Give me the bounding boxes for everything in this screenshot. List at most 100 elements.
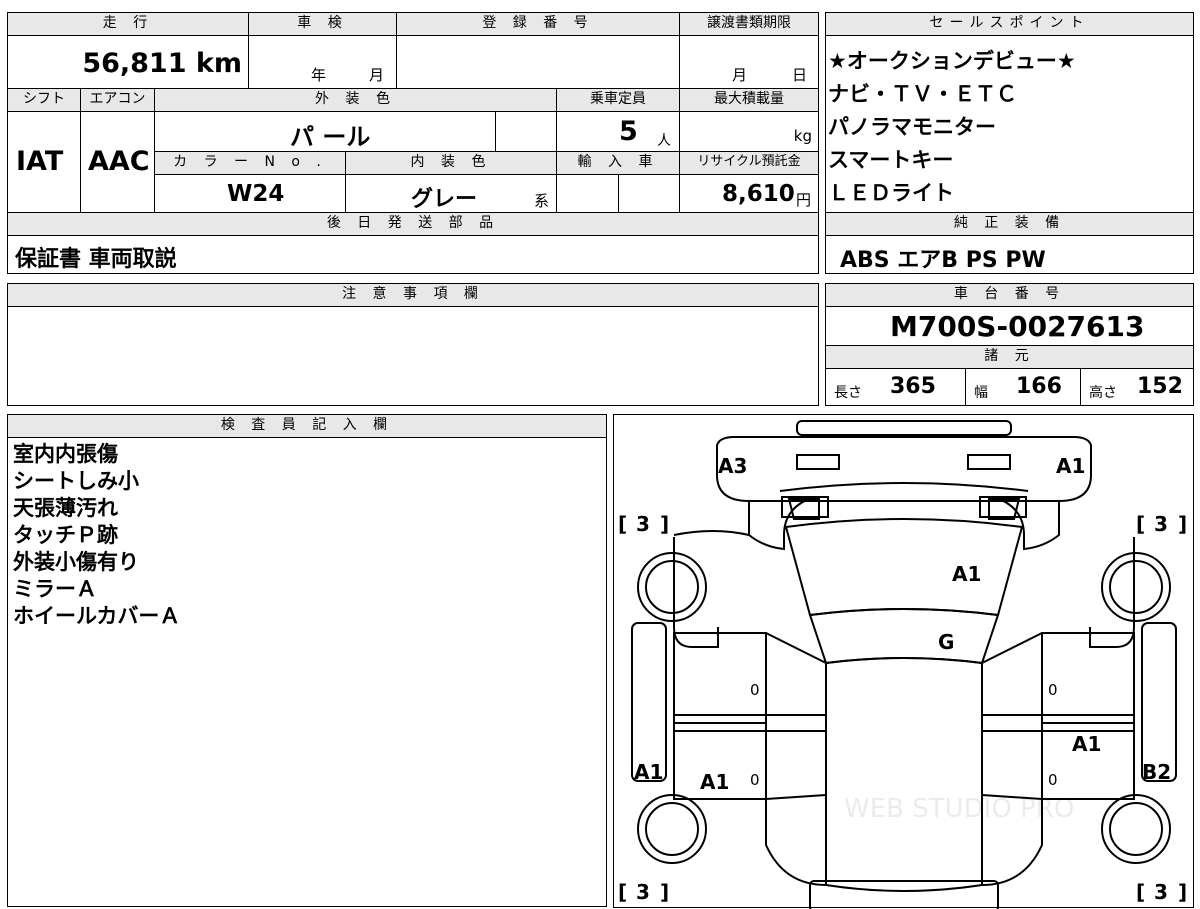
spec-height-cell: 高さ 152 xyxy=(1080,368,1194,406)
front-bumper-panel xyxy=(716,436,1092,502)
car-diagram-box: A3 A1 A1 G A1 A1 A1 B2 0 0 0 0 [ 3 ] [ 3… xyxy=(613,414,1194,909)
spec-width-label: 幅 xyxy=(974,385,988,401)
spec-width-value: 166 xyxy=(1016,374,1062,399)
maxload-cell: kg xyxy=(679,111,819,152)
exterior-cell: パ ール xyxy=(154,111,496,152)
left-sill xyxy=(631,622,667,782)
equipment-header: 純 正 装 備 xyxy=(825,212,1194,236)
recycle-header: リサイクル預託金 xyxy=(679,151,819,175)
spec-width-cell: 幅 166 xyxy=(965,368,1081,406)
sales-point-line: ★オークションデビュー★ xyxy=(828,49,1076,73)
inspector-line: 外装小傷有り xyxy=(13,550,139,574)
right-sill xyxy=(1141,622,1177,782)
later-parts-value: 保証書 車両取説 xyxy=(15,247,177,272)
import-header: 輸 入 車 xyxy=(556,151,680,175)
spec-length-label: 長さ xyxy=(834,385,862,401)
mark-a3-front-left: A3 xyxy=(718,454,747,478)
shift-value: IAT xyxy=(16,146,64,177)
mark-door-fl: 0 xyxy=(750,681,760,699)
color-no-value: W24 xyxy=(227,181,285,207)
sales-points-box: ★オークションデビュー★ ナビ・ＴＶ・ＥＴＣ パノラマモニター スマートキー Ｌ… xyxy=(825,35,1194,213)
chassis-cell: M700S-0027613 xyxy=(825,306,1194,346)
mileage-cell: 56,811 km xyxy=(7,35,249,89)
exterior-header: 外 装 色 xyxy=(154,88,557,112)
sales-point-line: パノラマモニター xyxy=(828,115,996,139)
sales-points-header: セールスポイント xyxy=(825,12,1194,36)
later-parts-header: 後 日 発 送 部 品 xyxy=(7,212,819,236)
ac-value: AAC xyxy=(88,146,150,177)
tread-rl: 3 xyxy=(636,880,650,904)
interior-cell: グレー 系 xyxy=(345,174,557,213)
inspection-header: 車 検 xyxy=(248,12,397,36)
maxload-unit: kg xyxy=(793,127,812,145)
mark-left-rear-fender: A1 xyxy=(634,760,663,784)
exterior-value: パ ール xyxy=(290,123,371,151)
inspector-header: 検 査 員 記 入 欄 xyxy=(7,414,607,438)
notes-box xyxy=(7,306,819,406)
capacity-cell: 5 人 xyxy=(556,111,680,152)
shift-header: シフト xyxy=(7,88,81,112)
tread-rl-bracket-open: [ xyxy=(618,880,627,904)
spec-height-value: 152 xyxy=(1137,374,1183,399)
registration-cell xyxy=(396,35,680,89)
mark-right-rear-door: A1 xyxy=(1072,732,1101,756)
mark-a1-front-right: A1 xyxy=(1056,454,1085,478)
spec-height-label: 高さ xyxy=(1089,385,1117,401)
tread-fr: 3 xyxy=(1154,512,1168,536)
transfer-deadline-cell: 月 日 xyxy=(679,35,819,89)
inspector-line: 天張薄汚れ xyxy=(13,496,118,520)
mark-left-rear-door: A1 xyxy=(700,770,729,794)
watermark: WEB STUDIO PRO xyxy=(844,794,1074,824)
tread-fr-bracket-open: [ xyxy=(1136,512,1145,536)
mark-door-rr: 0 xyxy=(1048,771,1058,789)
tread-fl-bracket-close: ] xyxy=(660,512,669,536)
mark-door-fr: 0 xyxy=(1048,681,1058,699)
rear-bumper xyxy=(809,880,999,909)
interior-suffix: 系 xyxy=(534,192,550,210)
inspection-month: 月 xyxy=(369,66,385,84)
windshield-panel xyxy=(808,608,1000,665)
capacity-header: 乗車定員 xyxy=(556,88,680,112)
tread-rl-bracket-close: ] xyxy=(660,880,669,904)
tread-rr-bracket-close: ] xyxy=(1178,880,1187,904)
notes-header: 注 意 事 項 欄 xyxy=(7,283,819,307)
tread-fl-bracket-open: [ xyxy=(618,512,627,536)
transfer-month: 月 xyxy=(732,66,748,84)
inspection-year: 年 xyxy=(311,66,327,84)
ac-cell: AAC xyxy=(80,111,155,213)
inspector-line: シートしみ小 xyxy=(13,469,139,493)
interior-value: グレー xyxy=(411,187,478,212)
front-light-right xyxy=(967,454,1011,470)
front-light-left xyxy=(796,454,840,470)
tread-fr-bracket-close: ] xyxy=(1178,512,1187,536)
chassis-header: 車 台 番 号 xyxy=(825,283,1194,307)
spec-length-value: 365 xyxy=(890,374,936,399)
recycle-value: 8,610 xyxy=(722,181,795,207)
inspector-line: ミラーＡ xyxy=(13,577,97,601)
tread-rr-bracket-open: [ xyxy=(1136,880,1145,904)
capacity-unit: 人 xyxy=(657,133,671,149)
import-cell-b xyxy=(618,174,680,213)
shift-cell: IAT xyxy=(7,111,81,213)
mark-door-rl: 0 xyxy=(750,771,760,789)
sales-point-line: ナビ・ＴＶ・ＥＴＣ xyxy=(828,82,1017,106)
maxload-header: 最大積載量 xyxy=(679,88,819,112)
inspector-box: 室内内張傷 シートしみ小 天張薄汚れ タッチＰ跡 外装小傷有り ミラーＡ ホイー… xyxy=(7,437,607,907)
ac-header: エアコン xyxy=(80,88,155,112)
mileage-header: 走 行 xyxy=(7,12,249,36)
roof-panel xyxy=(825,657,983,892)
wheel-rl xyxy=(637,794,707,864)
later-parts-cell: 保証書 車両取説 xyxy=(7,235,819,274)
spec-length-cell: 長さ 365 xyxy=(825,368,966,406)
recycle-cell: 8,610 円 xyxy=(679,174,819,213)
front-bumper-outline xyxy=(796,420,1012,436)
capacity-value: 5 xyxy=(619,116,638,147)
mark-windshield: G xyxy=(938,630,954,654)
tread-fl: 3 xyxy=(636,512,650,536)
color-no-header: カ ラ ー N o . xyxy=(154,151,346,175)
chassis-value: M700S-0027613 xyxy=(890,310,1145,343)
mileage-value: 56,811 km xyxy=(82,48,242,79)
wheel-fl xyxy=(637,552,707,622)
inspector-line: 室内内張傷 xyxy=(13,442,118,466)
recycle-unit: 円 xyxy=(796,191,812,209)
